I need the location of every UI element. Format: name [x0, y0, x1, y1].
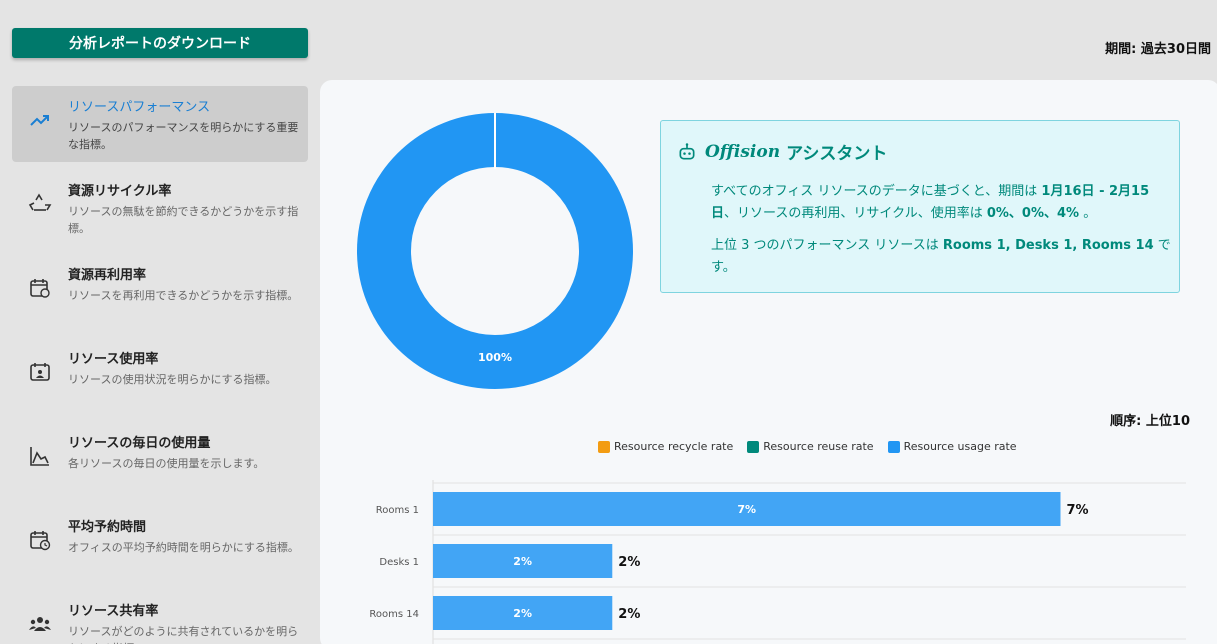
- assistant-brand: Offision: [705, 141, 781, 162]
- legend-item-reuse[interactable]: Resource reuse rate: [747, 440, 874, 453]
- assistant-body: すべてのオフィス リソースのデータに基づくと、期間は 1月16日 - 2月15日…: [711, 181, 1173, 289]
- sidebar-item-daily-usage[interactable]: リソースの毎日の使用量 各リソースの毎日の使用量を示します。: [12, 422, 308, 506]
- donut-slice-usage[interactable]: [357, 113, 633, 389]
- category-label: Rooms 14: [369, 609, 419, 620]
- group-icon: [29, 617, 51, 631]
- legend-label: Resource reuse rate: [763, 440, 874, 453]
- sidebar: リソースパフォーマンス リソースのパフォーマンスを明らかにする重要な指標。 資源…: [12, 86, 308, 644]
- bar-value-label: 2%: [618, 607, 640, 622]
- bar-value-label: 7%: [1067, 503, 1089, 518]
- legend-label: Resource recycle rate: [614, 440, 734, 453]
- sidebar-item-title: 平均予約時間: [68, 520, 147, 535]
- top-resources: Rooms 1, Desks 1, Rooms 14: [942, 238, 1154, 253]
- legend-swatch: [887, 440, 900, 453]
- legend-item-usage[interactable]: Resource usage rate: [887, 440, 1017, 453]
- period-label: 期間: 過去30日間: [1105, 42, 1211, 57]
- sidebar-item-usage-rate[interactable]: リソース使用率 リソースの使用状況を明らかにする指標。: [12, 338, 308, 422]
- sidebar-item-desc: リソースの無駄を節約できるかどうかを示す指標。: [68, 205, 299, 235]
- trend-up-icon: [30, 115, 49, 126]
- bar-chart: Rooms 1 7% 7% Desks 1 2% 2% Rooms 14 2% 2%: [369, 480, 1186, 644]
- bar-data-label: 2%: [513, 555, 532, 568]
- main-panel: 100% Offision アシスタント すべてのオフィス リソースのデータに基…: [320, 80, 1217, 644]
- assistant-title: アシスタント: [786, 144, 888, 164]
- bar-value-label: 2%: [618, 555, 640, 570]
- text-segment: すべてのオフィス リソースのデータに基づくと、期間は: [711, 184, 1042, 199]
- sidebar-item-desc: オフィスの平均予約時間を明らかにする指標。: [68, 541, 299, 554]
- recycle-icon: [28, 193, 52, 211]
- legend-label: Resource usage rate: [903, 440, 1017, 453]
- legend-swatch: [747, 440, 760, 453]
- donut-chart: 100%: [357, 113, 633, 389]
- bar-data-label: 2%: [513, 607, 532, 620]
- sidebar-item-desc: 各リソースの毎日の使用量を示します。: [68, 457, 265, 470]
- sidebar-item-resource-performance[interactable]: リソースパフォーマンス リソースのパフォーマンスを明らかにする重要な指標。: [12, 86, 308, 162]
- chart-legend: Resource recycle rate Resource reuse rat…: [598, 440, 1017, 453]
- text-segment: 上位 3 つのパフォーマンス リソースは: [711, 238, 943, 253]
- legend-swatch: [598, 440, 610, 453]
- text-segment: 、リソースの再利用、リサイクル、使用率は: [724, 206, 987, 221]
- assistant-card: Offision アシスタント すべてのオフィス リソースのデータに基づくと、期…: [660, 120, 1180, 293]
- bar-data-label: 7%: [737, 503, 756, 516]
- sidebar-item-reuse-rate[interactable]: 資源再利用率 リソースを再利用できるかどうかを示す指標。: [12, 254, 308, 338]
- sidebar-item-title: 資源再利用率: [68, 268, 147, 283]
- area-chart-icon: [30, 447, 49, 466]
- sidebar-item-recycle-rate[interactable]: 資源リサイクル率 リソースの無駄を節約できるかどうかを示す指標。: [12, 170, 308, 254]
- robot-icon: [679, 142, 695, 159]
- assistant-header: Offision アシスタント: [677, 139, 887, 164]
- sidebar-item-title: リソースパフォーマンス: [68, 100, 211, 115]
- sidebar-item-title: リソースの毎日の使用量: [68, 436, 211, 451]
- calendar-sync-icon: [30, 279, 50, 298]
- donut-chart-svg: [357, 113, 633, 389]
- category-label: Rooms 1: [376, 505, 419, 516]
- donut-data-label: 100%: [478, 351, 512, 364]
- category-label: Desks 1: [379, 557, 419, 568]
- sidebar-item-title: リソース使用率: [68, 352, 159, 367]
- sidebar-item-desc: リソースがどのように共有されているかを明らかにする指標。: [68, 625, 299, 644]
- assistant-summary: すべてのオフィス リソースのデータに基づくと、期間は 1月16日 - 2月15日…: [711, 181, 1173, 225]
- sidebar-item-desc: リソースのパフォーマンスを明らかにする重要な指標。: [68, 121, 299, 151]
- text-segment: 。: [1079, 206, 1097, 221]
- download-report-button[interactable]: 分析レポートのダウンロード: [12, 28, 308, 58]
- legend-item-recycle[interactable]: Resource recycle rate: [598, 440, 733, 453]
- rate-values: 0%、0%、4%: [986, 206, 1080, 221]
- sidebar-item-title: 資源リサイクル率: [68, 184, 172, 199]
- sidebar-item-title: リソース共有率: [68, 604, 159, 619]
- calendar-person-icon: [30, 363, 50, 381]
- sidebar-item-avg-booking-time[interactable]: 平均予約時間 オフィスの平均予約時間を明らかにする指標。: [12, 506, 308, 590]
- sidebar-item-sharing-rate[interactable]: リソース共有率 リソースがどのように共有されているかを明らかにする指標。: [12, 590, 308, 644]
- order-label[interactable]: 順序: 上位10: [1110, 410, 1190, 429]
- calendar-clock-icon: [30, 531, 51, 551]
- sidebar-item-desc: リソースを再利用できるかどうかを示す指標。: [68, 289, 299, 302]
- sidebar-item-desc: リソースの使用状況を明らかにする指標。: [68, 373, 277, 386]
- assistant-top-resources: 上位 3 つのパフォーマンス リソースは Rooms 1, Desks 1, R…: [711, 235, 1173, 279]
